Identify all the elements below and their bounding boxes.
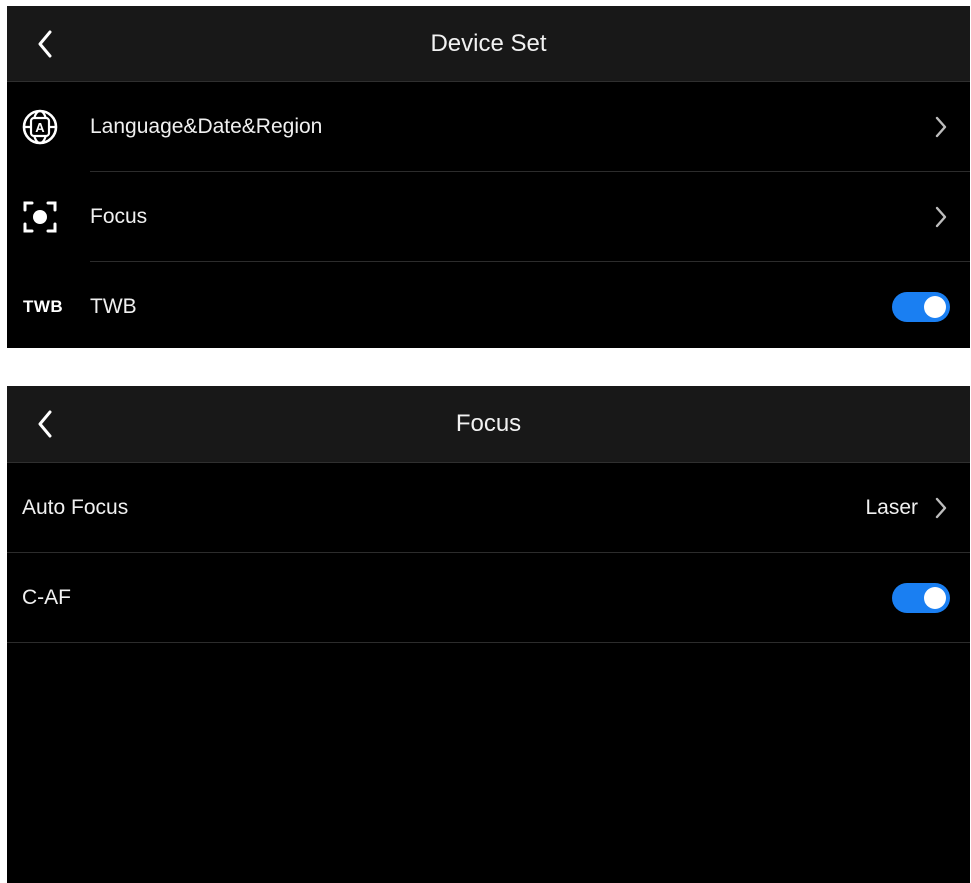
item-label: Focus: [90, 205, 148, 228]
twb-item: TWB TWB: [7, 262, 970, 352]
globe-language-icon: A: [20, 107, 60, 147]
item-label: C-AF: [22, 586, 71, 609]
toggle-knob: [924, 587, 946, 609]
page-title: Focus: [455, 410, 522, 437]
svg-text:A: A: [35, 120, 45, 135]
item-label: TWB: [90, 295, 137, 318]
auto-focus-item[interactable]: Auto Focus Laser: [7, 463, 970, 553]
focus-item[interactable]: Focus: [7, 172, 970, 262]
c-af-item: C-AF: [7, 553, 970, 643]
auto-focus-value: Laser: [865, 496, 918, 519]
divider: [7, 642, 970, 643]
device-set-header: Device Set: [7, 6, 970, 82]
twb-toggle[interactable]: [892, 292, 950, 322]
twb-icon: TWB: [23, 297, 64, 316]
item-label: Auto Focus: [22, 496, 129, 519]
chevron-right-icon: [934, 205, 948, 229]
focus-header: Focus: [7, 386, 970, 463]
toggle-knob: [924, 296, 946, 318]
chevron-right-icon: [934, 496, 948, 520]
item-label: Language&Date&Region: [90, 115, 323, 138]
language-date-region-item[interactable]: A Language&Date&Region: [7, 82, 970, 172]
focus-frame-icon: [20, 197, 60, 237]
device-set-screen: Device Set A Language&Date&Region Focus …: [7, 6, 970, 348]
focus-screen: Focus Auto Focus Laser C-AF: [7, 386, 970, 883]
chevron-right-icon: [934, 115, 948, 139]
page-title: Device Set: [430, 29, 547, 57]
c-af-toggle[interactable]: [892, 583, 950, 613]
